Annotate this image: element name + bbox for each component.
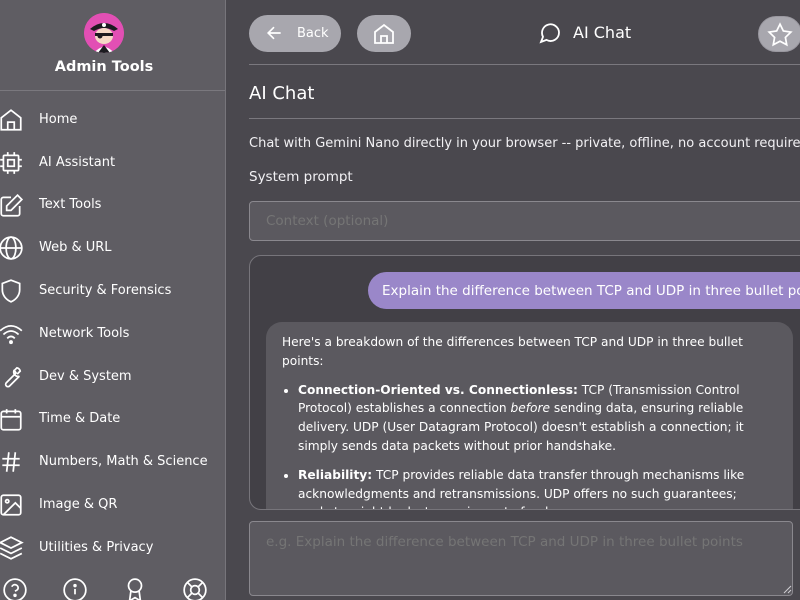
calendar-icon bbox=[0, 408, 22, 431]
sidebar-item-time-date[interactable]: Time & Date bbox=[0, 398, 225, 441]
sidebar-item-dev-system[interactable]: Dev & System bbox=[0, 355, 225, 398]
sidebar-brand: Admin Tools bbox=[0, 0, 225, 91]
header-title-text: AI Chat bbox=[573, 23, 632, 42]
avatar bbox=[84, 13, 124, 53]
sidebar-footer bbox=[0, 577, 225, 600]
bullet-emphasis: before bbox=[510, 401, 551, 416]
list-item: Reliability: TCP provides reliable data … bbox=[298, 466, 777, 509]
sidebar-item-label: AI Assistant bbox=[39, 154, 116, 170]
page-title: AI Chat bbox=[249, 83, 315, 104]
sidebar-item-home[interactable]: Home bbox=[0, 98, 225, 141]
divider bbox=[249, 64, 800, 65]
sidebar-nav: Home AI Assistant Text Tools Web & URL S… bbox=[0, 98, 225, 569]
user-message: Explain the difference between TCP and U… bbox=[368, 272, 800, 309]
globe-icon bbox=[0, 236, 23, 261]
assistant-intro: Here's a breakdown of the differences be… bbox=[282, 335, 743, 368]
layers-icon bbox=[0, 536, 24, 560]
sidebar-item-label: Image & QR bbox=[39, 497, 118, 513]
sidebar-item-utilities-privacy[interactable]: Utilities & Privacy bbox=[0, 526, 225, 569]
image-icon bbox=[0, 494, 22, 516]
wifi-icon bbox=[0, 324, 23, 345]
sidebar-item-label: Numbers, Math & Science bbox=[39, 454, 208, 470]
hash-icon bbox=[2, 452, 20, 473]
system-prompt-label: System prompt bbox=[249, 169, 353, 185]
back-button[interactable]: Back bbox=[249, 15, 341, 52]
chat-history[interactable]: Explain the difference between TCP and U… bbox=[249, 255, 800, 510]
arrow-left-icon bbox=[266, 26, 281, 40]
message-input[interactable] bbox=[249, 521, 793, 596]
sidebar-item-label: Network Tools bbox=[39, 325, 130, 341]
sidebar-item-numbers-math-science[interactable]: Numbers, Math & Science bbox=[0, 440, 225, 483]
divider bbox=[249, 118, 800, 119]
home-button[interactable] bbox=[357, 15, 411, 52]
page-description: Chat with Gemini Nano directly in your b… bbox=[249, 136, 800, 151]
info-icon[interactable] bbox=[62, 577, 88, 600]
sidebar-item-ai-assistant[interactable]: AI Assistant bbox=[0, 141, 225, 184]
sidebar-item-network-tools[interactable]: Network Tools bbox=[0, 312, 225, 355]
bullet-title: Reliability: bbox=[298, 467, 373, 482]
assistant-bullets: Connection-Oriented vs. Connectionless: … bbox=[282, 381, 777, 509]
sidebar-item-label: Web & URL bbox=[39, 240, 112, 256]
sidebar-item-image-qr[interactable]: Image & QR bbox=[0, 483, 225, 526]
sidebar-item-label: Home bbox=[39, 111, 78, 127]
shield-icon bbox=[1, 279, 21, 303]
sidebar-item-security-forensics[interactable]: Security & Forensics bbox=[0, 269, 225, 312]
sidebar-item-web-url[interactable]: Web & URL bbox=[0, 226, 225, 269]
home-icon bbox=[374, 23, 394, 44]
pirate-avatar-icon bbox=[84, 13, 124, 53]
edit-icon bbox=[0, 193, 24, 217]
home-icon bbox=[0, 109, 22, 131]
list-item: Connection-Oriented vs. Connectionless: … bbox=[298, 381, 777, 456]
chat-bubble-icon bbox=[539, 23, 560, 44]
main-content: Back AI Chat AI Chat Chat with Gemini Na… bbox=[226, 0, 800, 600]
context-input[interactable] bbox=[249, 201, 800, 241]
help-icon[interactable] bbox=[2, 577, 28, 600]
lifebuoy-icon[interactable] bbox=[182, 577, 208, 600]
star-icon bbox=[767, 22, 793, 47]
assistant-message: Here's a breakdown of the differences be… bbox=[266, 322, 793, 509]
sidebar-item-label: Time & Date bbox=[39, 411, 121, 427]
award-icon[interactable] bbox=[122, 577, 148, 600]
back-button-label: Back bbox=[297, 26, 329, 41]
sidebar: Admin Tools Home AI Assistant Text Tools… bbox=[0, 0, 226, 600]
brand-title: Admin Tools bbox=[54, 59, 154, 75]
sidebar-item-text-tools[interactable]: Text Tools bbox=[0, 184, 225, 227]
sidebar-item-label: Dev & System bbox=[39, 368, 132, 384]
favorite-button[interactable] bbox=[758, 16, 800, 52]
wrench-icon bbox=[4, 366, 22, 388]
chip-icon bbox=[0, 151, 22, 174]
sidebar-item-label: Utilities & Privacy bbox=[39, 539, 154, 555]
bullet-title: Connection-Oriented vs. Connectionless: bbox=[298, 382, 578, 397]
sidebar-item-label: Security & Forensics bbox=[39, 283, 172, 299]
resize-handle-icon[interactable] bbox=[782, 584, 792, 594]
sidebar-item-label: Text Tools bbox=[39, 197, 102, 213]
